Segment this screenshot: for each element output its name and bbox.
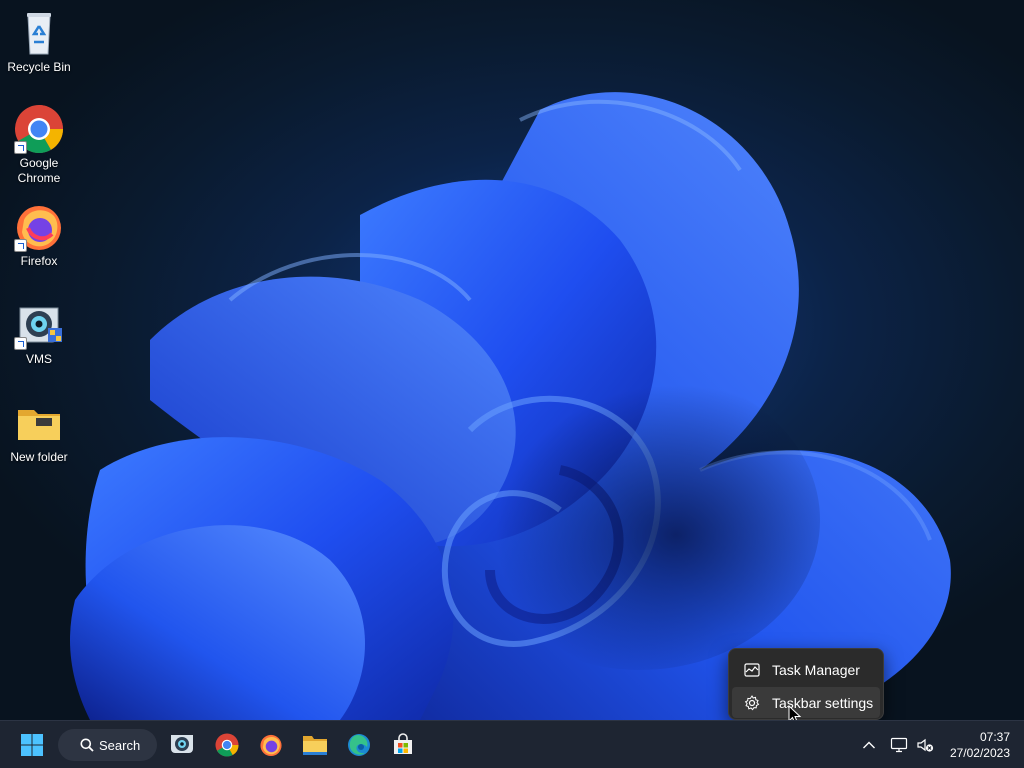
firefox-icon	[260, 734, 282, 757]
desktop-icon-recycle-bin[interactable]: Recycle Bin	[2, 8, 76, 75]
shortcut-arrow-icon	[14, 239, 27, 252]
menu-item-label: Task Manager	[772, 661, 860, 678]
file-explorer-icon	[303, 736, 327, 755]
store-icon	[394, 733, 412, 754]
search-button[interactable]: Search	[58, 729, 157, 761]
vms-icon	[14, 300, 64, 350]
start-icon	[21, 734, 43, 756]
vms-icon	[171, 735, 193, 753]
taskbar: Search 07:37 27/02/2023	[0, 720, 1024, 768]
desktop-icon-label: Recycle Bin	[7, 60, 71, 74]
wallpaper-bloom	[70, 92, 951, 720]
desktop-icon-firefox[interactable]: Firefox	[2, 202, 76, 269]
taskbar-app-vms[interactable]	[166, 729, 198, 761]
chrome-icon	[14, 104, 64, 154]
quick-settings-button[interactable]	[884, 729, 940, 761]
start-button[interactable]	[16, 729, 48, 761]
menu-item-taskbar-settings[interactable]: Taskbar settings	[732, 687, 880, 718]
edge-icon	[348, 734, 370, 756]
volume-muted-icon	[917, 738, 934, 752]
desktop-icon-vms[interactable]: VMS	[2, 300, 76, 367]
show-hidden-icons-button[interactable]	[853, 729, 885, 761]
menu-item-task-manager[interactable]: Task Manager	[732, 654, 880, 685]
taskbar-app-file-explorer[interactable]	[299, 729, 331, 761]
firefox-icon	[14, 202, 64, 252]
clock[interactable]: 07:37 27/02/2023	[950, 729, 1010, 761]
mouse-cursor-icon	[788, 705, 802, 720]
desktop-icon-label: New folder	[10, 450, 68, 464]
recycle-bin-icon	[14, 8, 64, 58]
chrome-icon	[215, 733, 239, 757]
taskbar-context-menu: Task Manager Taskbar settings	[728, 648, 884, 720]
taskbar-app-edge[interactable]	[343, 729, 375, 761]
chevron-up-icon	[863, 741, 875, 749]
task-manager-icon	[744, 662, 760, 677]
desktop-icon-label: Google	[19, 156, 59, 170]
desktop-icon-label: VMS	[25, 352, 52, 366]
shortcut-arrow-icon	[14, 337, 27, 350]
search-label: Search	[99, 737, 141, 753]
taskbar-app-store[interactable]	[387, 729, 419, 761]
clock-time: 07:37	[979, 730, 1010, 744]
desktop-icon-new-folder[interactable]: New folder	[2, 398, 76, 465]
desktop[interactable]: Recycle Bin Google Chrome Firefox VMS Ne…	[0, 0, 1024, 720]
folder-icon	[14, 398, 64, 448]
network-icon	[890, 737, 908, 753]
taskbar-app-chrome[interactable]	[211, 729, 243, 761]
shortcut-arrow-icon	[14, 141, 27, 154]
gear-icon	[744, 694, 760, 710]
desktop-icon-label-line2: Chrome	[17, 171, 61, 185]
search-icon	[80, 738, 94, 752]
taskbar-app-firefox[interactable]	[255, 729, 287, 761]
desktop-icon-label: Firefox	[20, 254, 58, 268]
clock-date: 27/02/2023	[949, 746, 1010, 760]
desktop-icon-google-chrome[interactable]: Google Chrome	[2, 104, 76, 186]
